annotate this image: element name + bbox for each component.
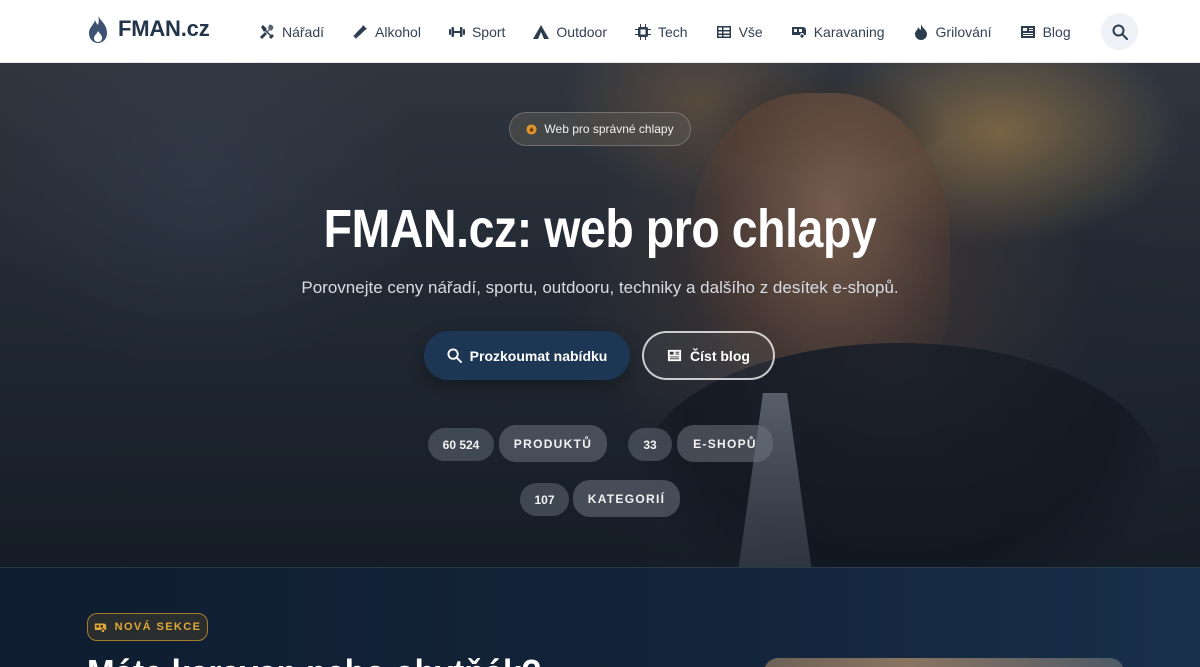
section-title: Máte karavan nebo obytňák? xyxy=(87,652,542,667)
caravan-section: NOVÁ SEKCE Máte karavan nebo obytňák? xyxy=(0,567,1200,667)
stat-products-value: 60 524 xyxy=(428,428,494,461)
read-blog-label: Číst blog xyxy=(690,347,750,364)
nav-item-label: Nářadí xyxy=(282,23,325,40)
nav-item-alkohol[interactable]: Alkohol xyxy=(338,0,435,63)
read-blog-button[interactable]: Číst blog xyxy=(642,331,775,380)
hero-content: Web pro správné chlapy FMAN.cz: web pro … xyxy=(0,63,1200,567)
caravan-icon xyxy=(94,622,106,632)
nav-item-blog[interactable]: Blog xyxy=(1006,0,1085,63)
search-button[interactable] xyxy=(1101,13,1138,50)
search-icon xyxy=(447,348,462,363)
brand-logo-link[interactable]: FMAN.cz xyxy=(86,14,210,44)
nav-item-karavaning[interactable]: Karavaning xyxy=(777,0,899,63)
nav-item-naradi[interactable]: Nářadí xyxy=(245,0,338,63)
new-section-badge: NOVÁ SEKCE xyxy=(87,613,208,641)
main-nav: Nářadí Alkohol Sport Outdoor Tech Vše Ka… xyxy=(245,0,1085,63)
bottle-icon xyxy=(352,24,368,40)
flame-logo-icon xyxy=(89,15,107,43)
chip-icon xyxy=(635,23,652,40)
flame-dot-icon xyxy=(526,123,537,135)
newspaper-icon xyxy=(1020,24,1036,40)
new-section-badge-label: NOVÁ SEKCE xyxy=(114,621,202,633)
hero-tag-pill: Web pro správné chlapy xyxy=(509,112,691,146)
explore-offer-button[interactable]: Prozkoumat nabídku xyxy=(424,331,630,380)
nav-item-label: Karavaning xyxy=(813,23,885,40)
nav-item-label: Tech xyxy=(658,23,688,40)
stat-eshops-value: 33 xyxy=(628,428,672,461)
stat-categories-label: KATEGORIÍ xyxy=(573,480,680,517)
grid-icon xyxy=(716,24,732,40)
nav-item-sport[interactable]: Sport xyxy=(435,0,519,63)
hero-title: FMAN.cz: web pro chlapy xyxy=(323,199,877,259)
search-icon xyxy=(1112,24,1128,40)
hero-tag-text: Web pro správné chlapy xyxy=(544,122,674,136)
stat-products-label: PRODUKTŮ xyxy=(499,425,607,462)
nav-item-label: Vše xyxy=(738,23,763,40)
hero-subtitle: Porovnejte ceny nářadí, sportu, outdooru… xyxy=(301,278,899,297)
nav-item-outdoor[interactable]: Outdoor xyxy=(519,0,621,63)
section-image xyxy=(764,658,1124,667)
stat-eshops-label: E-SHOPŮ xyxy=(677,425,773,462)
newspaper-icon xyxy=(667,349,682,362)
nav-item-label: Outdoor xyxy=(556,23,608,40)
site-header: FMAN.cz Nářadí Alkohol Sport Outdoor Tec… xyxy=(0,0,1200,63)
stat-categories-value: 107 xyxy=(520,483,569,516)
caravan-icon xyxy=(791,24,807,40)
tools-icon xyxy=(259,24,275,40)
hero-section: Web pro správné chlapy FMAN.cz: web pro … xyxy=(0,63,1200,567)
nav-item-label: Blog xyxy=(1042,23,1071,40)
flame-icon xyxy=(913,23,929,40)
brand-name: FMAN.cz xyxy=(118,16,210,41)
nav-item-label: Grilování xyxy=(935,23,992,40)
nav-item-vse[interactable]: Vše xyxy=(702,0,777,63)
dumbbell-icon xyxy=(448,24,465,40)
nav-item-grilovani[interactable]: Grilování xyxy=(899,0,1006,63)
tent-icon xyxy=(533,24,550,40)
explore-offer-label: Prozkoumat nabídku xyxy=(469,347,608,364)
nav-item-label: Sport xyxy=(471,23,506,40)
nav-item-label: Alkohol xyxy=(375,23,421,40)
nav-item-tech[interactable]: Tech xyxy=(621,0,702,63)
